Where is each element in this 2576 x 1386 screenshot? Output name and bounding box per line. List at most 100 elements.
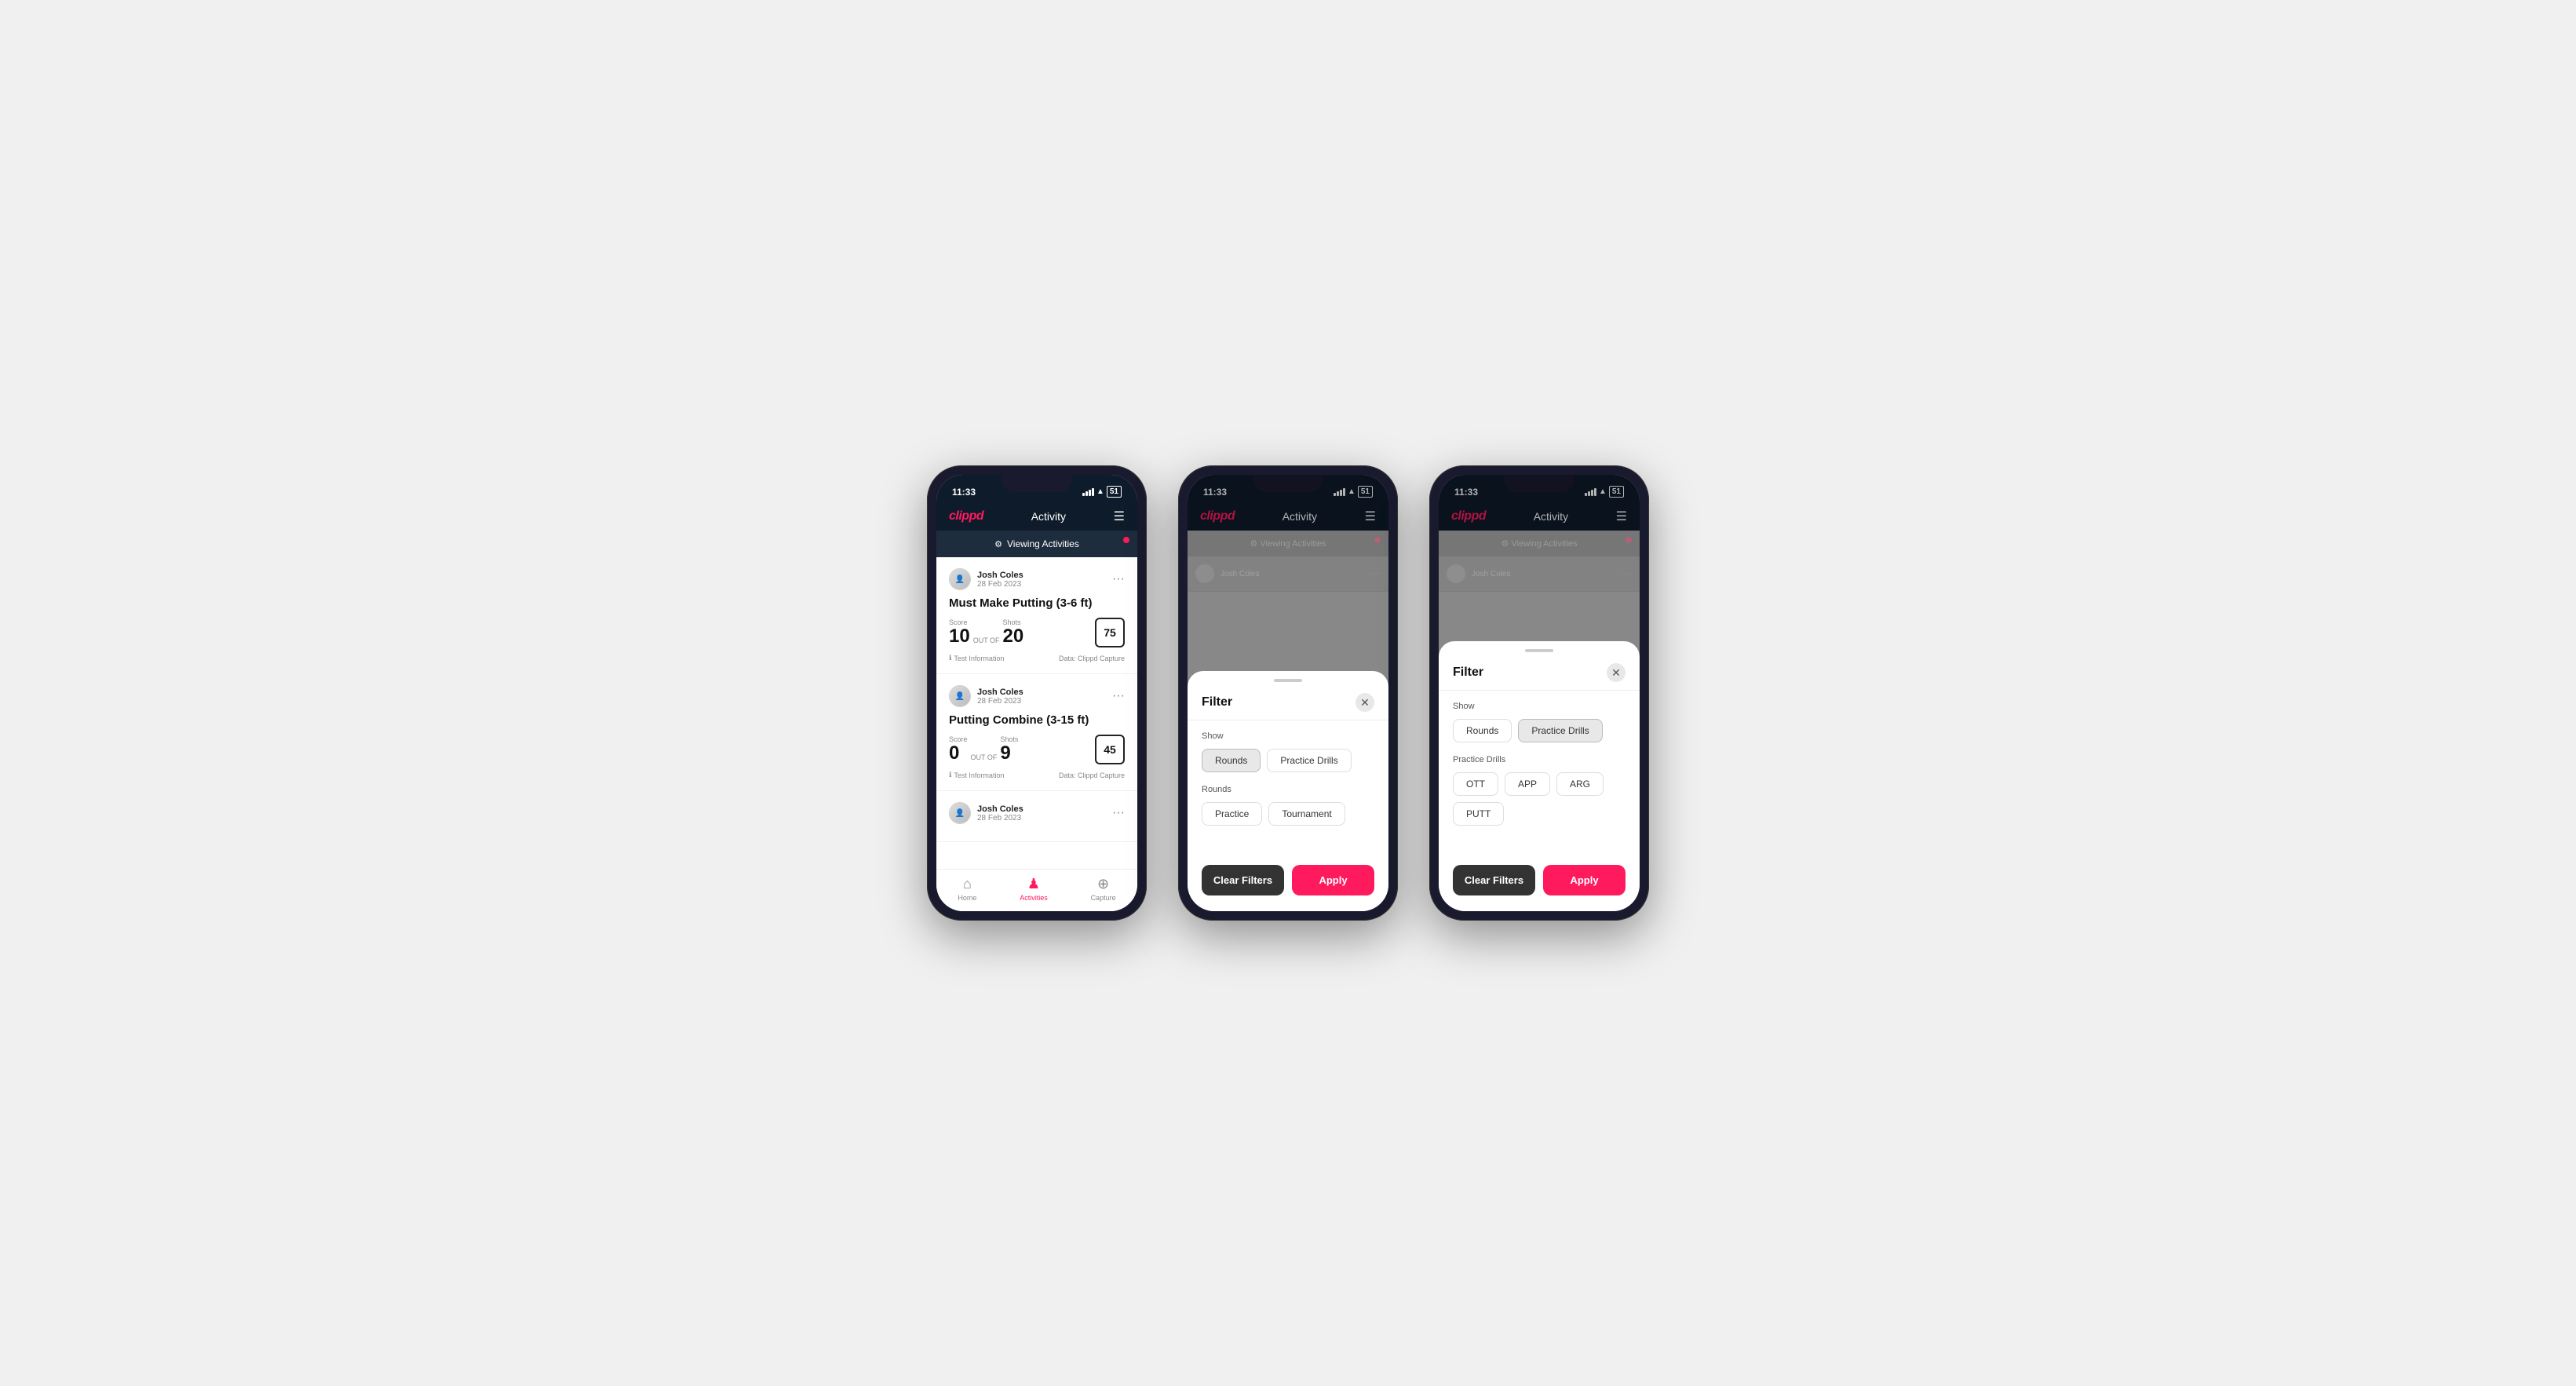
screen-2: 11:33 ▲ 51 clippd Activity ☰ ⚙ Viewing A… bbox=[1188, 475, 1388, 911]
practice-drills-section-label-3: Practice Drills bbox=[1453, 755, 1626, 764]
show-buttons-3: Rounds Practice Drills bbox=[1453, 719, 1626, 742]
menu-icon-1[interactable]: ☰ bbox=[1114, 509, 1125, 524]
apply-btn-3[interactable]: Apply bbox=[1543, 865, 1626, 895]
card-more-3[interactable]: ··· bbox=[1112, 806, 1125, 820]
user-name-2: Josh Coles bbox=[977, 688, 1023, 697]
card-header-3: 👤 Josh Coles 28 Feb 2023 ··· bbox=[949, 802, 1125, 824]
app-btn-3[interactable]: APP bbox=[1505, 772, 1550, 796]
shots-value-2: 9 bbox=[1000, 743, 1018, 764]
phone-3: 11:33 ▲ 51 clippd Activity ☰ ⚙ Viewing A… bbox=[1429, 465, 1649, 921]
card-more-2[interactable]: ··· bbox=[1112, 689, 1125, 703]
filter-close-2[interactable]: ✕ bbox=[1356, 693, 1374, 712]
drill-type-buttons-3: OTT APP ARG PUTT bbox=[1453, 772, 1626, 826]
activity-list-1: 👤 Josh Coles 28 Feb 2023 ··· Must Make P… bbox=[936, 557, 1137, 869]
card-more-1[interactable]: ··· bbox=[1112, 572, 1125, 586]
signal-icon bbox=[1082, 488, 1094, 496]
out-of-1: OUT OF bbox=[973, 636, 1000, 644]
shot-quality-badge-1: 75 bbox=[1095, 618, 1125, 647]
score-value-1: 10 bbox=[949, 626, 970, 647]
viewing-dot-1 bbox=[1123, 537, 1129, 543]
filter-overlay-2: Filter ✕ Show Rounds Practice Drills Rou… bbox=[1188, 475, 1388, 911]
user-details-1: Josh Coles 28 Feb 2023 bbox=[977, 571, 1023, 589]
tournament-btn-2[interactable]: Tournament bbox=[1268, 802, 1345, 826]
filter-body-3: Show Rounds Practice Drills Practice Dri… bbox=[1439, 691, 1640, 849]
data-source-2: Data: Clippd Capture bbox=[1059, 771, 1125, 779]
clear-filters-btn-2[interactable]: Clear Filters bbox=[1202, 865, 1284, 895]
rounds-btn-2[interactable]: Rounds bbox=[1202, 749, 1261, 772]
shots-group-2: Shots 9 bbox=[1000, 735, 1018, 764]
filter-close-3[interactable]: ✕ bbox=[1607, 663, 1626, 682]
practice-drills-btn-2[interactable]: Practice Drills bbox=[1267, 749, 1351, 772]
score-value-2: 0 bbox=[949, 743, 968, 764]
avatar-1: 👤 bbox=[949, 568, 971, 590]
filter-actions-2: Clear Filters Apply bbox=[1188, 865, 1388, 895]
filter-body-2: Show Rounds Practice Drills Rounds Pract… bbox=[1188, 720, 1388, 849]
clear-filters-btn-3[interactable]: Clear Filters bbox=[1453, 865, 1535, 895]
notch bbox=[1002, 475, 1072, 492]
viewing-bar-text-1: Viewing Activities bbox=[1007, 538, 1079, 549]
avatar-2: 👤 bbox=[949, 685, 971, 707]
wifi-icon: ▲ bbox=[1096, 487, 1104, 496]
screen-3: 11:33 ▲ 51 clippd Activity ☰ ⚙ Viewing A… bbox=[1439, 475, 1640, 911]
out-of-2: OUT OF bbox=[971, 753, 998, 761]
show-label-3: Show bbox=[1453, 702, 1626, 711]
shots-value-1: 20 bbox=[1003, 626, 1024, 647]
nav-capture-1[interactable]: ⊕ Capture bbox=[1091, 876, 1116, 902]
card-header-2: 👤 Josh Coles 28 Feb 2023 ··· bbox=[949, 685, 1125, 707]
filter-actions-3: Clear Filters Apply bbox=[1439, 865, 1640, 895]
show-buttons-2: Rounds Practice Drills bbox=[1202, 749, 1374, 772]
rounds-section-label-2: Rounds bbox=[1202, 785, 1374, 794]
clippd-logo-1: clippd bbox=[949, 509, 983, 523]
filter-title-3: Filter bbox=[1453, 666, 1483, 680]
filter-header-3: Filter ✕ bbox=[1439, 652, 1640, 691]
practice-btn-2[interactable]: Practice bbox=[1202, 802, 1262, 826]
stats-row-1: Score 10 OUT OF Shots 20 75 bbox=[949, 618, 1125, 647]
user-details-3: Josh Coles 28 Feb 2023 bbox=[977, 804, 1023, 822]
rounds-btn-3[interactable]: Rounds bbox=[1453, 719, 1512, 742]
activities-label: Activities bbox=[1020, 894, 1048, 902]
home-label: Home bbox=[958, 894, 976, 902]
activities-icon: ♟ bbox=[1027, 876, 1040, 892]
test-info-2: ℹ Test Information bbox=[949, 771, 1004, 779]
card-footer-1: ℹ Test Information Data: Clippd Capture bbox=[949, 654, 1125, 662]
battery-icon: 51 bbox=[1107, 486, 1122, 498]
viewing-bar-1[interactable]: ⚙ Viewing Activities bbox=[936, 531, 1137, 557]
card-footer-2: ℹ Test Information Data: Clippd Capture bbox=[949, 771, 1125, 779]
screen-1: 11:33 ▲ 51 clippd Activity ☰ ⚙ Viewing A… bbox=[936, 475, 1137, 911]
nav-bar-1: clippd Activity ☰ bbox=[936, 502, 1137, 531]
filter-header-2: Filter ✕ bbox=[1188, 682, 1388, 720]
arg-btn-3[interactable]: ARG bbox=[1556, 772, 1604, 796]
user-info-1: 👤 Josh Coles 28 Feb 2023 bbox=[949, 568, 1023, 590]
shot-quality-badge-2: 45 bbox=[1095, 735, 1125, 764]
filter-title-2: Filter bbox=[1202, 695, 1232, 709]
activity-card-1[interactable]: 👤 Josh Coles 28 Feb 2023 ··· Must Make P… bbox=[936, 557, 1137, 674]
practice-drills-btn-3[interactable]: Practice Drills bbox=[1518, 719, 1602, 742]
capture-label: Capture bbox=[1091, 894, 1116, 902]
ott-btn-3[interactable]: OTT bbox=[1453, 772, 1498, 796]
user-info-2: 👤 Josh Coles 28 Feb 2023 bbox=[949, 685, 1023, 707]
apply-btn-2[interactable]: Apply bbox=[1292, 865, 1374, 895]
nav-title-1: Activity bbox=[1031, 510, 1066, 523]
nav-activities-1[interactable]: ♟ Activities bbox=[1020, 876, 1048, 902]
status-icons-1: ▲ 51 bbox=[1082, 486, 1122, 498]
filter-modal-3: Filter ✕ Show Rounds Practice Drills Pra… bbox=[1439, 641, 1640, 911]
nav-home-1[interactable]: ⌂ Home bbox=[958, 876, 976, 902]
filter-modal-2: Filter ✕ Show Rounds Practice Drills Rou… bbox=[1188, 671, 1388, 911]
user-info-3: 👤 Josh Coles 28 Feb 2023 bbox=[949, 802, 1023, 824]
putt-btn-3[interactable]: PUTT bbox=[1453, 802, 1504, 826]
data-source-1: Data: Clippd Capture bbox=[1059, 655, 1125, 662]
user-date-2: 28 Feb 2023 bbox=[977, 697, 1023, 706]
activity-card-3[interactable]: 👤 Josh Coles 28 Feb 2023 ··· bbox=[936, 791, 1137, 842]
user-name-3: Josh Coles bbox=[977, 804, 1023, 814]
bottom-nav-1: ⌂ Home ♟ Activities ⊕ Capture bbox=[936, 869, 1137, 911]
show-label-2: Show bbox=[1202, 731, 1374, 741]
card-title-2: Putting Combine (3-15 ft) bbox=[949, 713, 1125, 727]
status-time-1: 11:33 bbox=[952, 487, 976, 498]
test-info-1: ℹ Test Information bbox=[949, 654, 1004, 662]
activity-card-2[interactable]: 👤 Josh Coles 28 Feb 2023 ··· Putting Com… bbox=[936, 674, 1137, 791]
filter-icon-1: ⚙ bbox=[994, 539, 1002, 549]
card-title-1: Must Make Putting (3-6 ft) bbox=[949, 596, 1125, 610]
user-name-1: Josh Coles bbox=[977, 571, 1023, 580]
avatar-3: 👤 bbox=[949, 802, 971, 824]
score-group-1: Score 10 bbox=[949, 618, 970, 647]
